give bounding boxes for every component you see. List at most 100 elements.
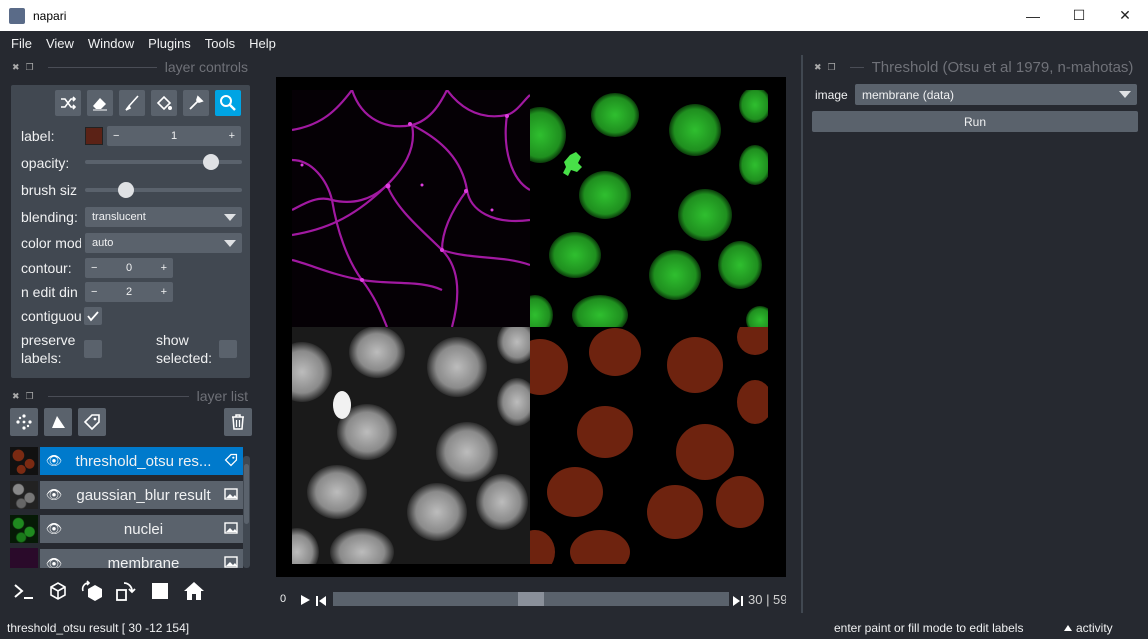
dims-slider-handle[interactable] (518, 592, 544, 606)
eye-icon[interactable]: 👁 (40, 521, 68, 537)
delete-layer-button[interactable] (224, 408, 252, 436)
fill-icon[interactable] (151, 90, 177, 116)
step-forward-button[interactable] (733, 594, 745, 606)
viewer-canvas[interactable] (276, 77, 786, 577)
layer-list-scrollbar[interactable] (243, 456, 250, 568)
dock-float-icon[interactable]: ❐ (828, 62, 836, 73)
window-title: napari (33, 8, 67, 23)
layer-row[interactable]: 👁 threshold_otsu res... (10, 446, 243, 476)
step-forward-icon (733, 596, 743, 606)
brush-icon[interactable] (119, 90, 145, 116)
image-layer-icon (219, 521, 243, 537)
dock-float-icon[interactable]: ❐ (26, 391, 34, 402)
new-shapes-layer-button[interactable] (44, 408, 72, 436)
eraser-icon[interactable] (87, 90, 113, 116)
opacity-slider[interactable] (85, 154, 242, 170)
brush-size-slider-handle[interactable] (117, 182, 134, 198)
new-labels-layer-button[interactable] (78, 408, 106, 436)
status-bar: threshold_otsu result [ 30 -12 154] ente… (0, 616, 1148, 639)
dock-float-icon[interactable]: ❐ (26, 62, 34, 73)
checkmark-icon (87, 311, 99, 322)
menu-file[interactable]: File (4, 36, 39, 51)
menu-window[interactable]: Window (81, 36, 141, 51)
reset-view-button[interactable] (180, 577, 208, 605)
decrement-icon[interactable]: − (91, 286, 97, 298)
contour-label: contour: (21, 260, 72, 276)
blending-label: blending: (21, 209, 78, 225)
membrane-image (292, 90, 530, 327)
transpose-dims-button[interactable] (112, 577, 140, 605)
status-layer-info: threshold_otsu result [ 30 -12 154] (7, 620, 190, 635)
menu-help[interactable]: Help (242, 36, 283, 51)
menu-view[interactable]: View (39, 36, 81, 51)
dock-close-icon[interactable]: ✖ (814, 62, 822, 73)
shuffle-icon[interactable] (55, 90, 81, 116)
close-button[interactable]: ✕ (1102, 0, 1148, 31)
show-selected-label-1: show (156, 332, 189, 348)
opacity-slider-handle[interactable] (202, 154, 219, 170)
layer-row[interactable]: 👁 membrane (10, 548, 243, 568)
console-icon (14, 584, 33, 599)
play-button[interactable] (298, 594, 311, 606)
dock-close-icon[interactable]: ✖ (12, 391, 20, 402)
dims-frame-range: 30 | 59 (748, 592, 786, 607)
layer-list-header: ✖ ❐ layer list (12, 388, 248, 404)
contiguous-label: contiguou (21, 308, 81, 324)
dock-splitter[interactable] (801, 55, 803, 613)
layer-row[interactable]: 👁 gaussian_blur result (10, 480, 243, 510)
decrement-icon[interactable]: − (91, 262, 97, 274)
run-button[interactable]: Run (812, 111, 1138, 132)
increment-icon[interactable]: + (161, 286, 167, 298)
label-color-swatch[interactable] (85, 127, 103, 145)
blending-combobox[interactable]: translucent (85, 207, 242, 227)
eye-icon[interactable]: 👁 (40, 453, 68, 469)
image-layer-icon (219, 487, 243, 503)
menu-tools[interactable]: Tools (198, 36, 242, 51)
color-mode-combobox[interactable]: auto (85, 233, 242, 253)
new-points-layer-button[interactable] (10, 408, 38, 436)
grid-view-button[interactable] (146, 577, 174, 605)
minimize-button[interactable]: — (1010, 0, 1056, 31)
maximize-button[interactable]: ☐ (1056, 0, 1102, 31)
image-combobox[interactable]: membrane (data) (855, 84, 1137, 105)
preserve-labels-label-2: labels: (21, 350, 62, 366)
roll-dims-button[interactable] (78, 577, 106, 605)
chevron-down-icon (1119, 91, 1131, 98)
nuclei-image (530, 90, 768, 327)
label-label: label: (21, 128, 55, 144)
n-edit-dim-label: n edit din (21, 284, 78, 300)
ndisplay-button[interactable] (44, 577, 72, 605)
contiguous-checkbox[interactable] (84, 307, 102, 325)
n-edit-dim-spinbox[interactable]: − 2 + (85, 282, 173, 302)
activity-button[interactable]: activity (1064, 621, 1113, 635)
zoom-icon[interactable] (215, 90, 241, 116)
home-icon (184, 582, 204, 600)
dock-close-icon[interactable]: ✖ (12, 62, 20, 73)
eye-icon[interactable]: 👁 (40, 487, 68, 503)
show-selected-checkbox[interactable] (219, 340, 237, 358)
console-button[interactable] (10, 577, 38, 605)
color-mode-label: color mod (21, 235, 81, 251)
show-selected-label-2: selected: (156, 350, 213, 366)
label-spinbox[interactable]: − 1 + (107, 126, 241, 146)
preserve-labels-checkbox[interactable] (84, 340, 102, 358)
status-hint: enter paint or fill mode to edit labels (834, 620, 1024, 635)
picker-icon[interactable] (183, 90, 209, 116)
increment-icon[interactable]: + (161, 262, 167, 274)
step-back-button[interactable] (316, 594, 328, 606)
menu-plugins[interactable]: Plugins (141, 36, 198, 51)
preserve-labels-label-1: preserve (21, 332, 76, 348)
contour-spinbox[interactable]: − 0 + (85, 258, 173, 278)
brush-size-label: brush siz (21, 182, 78, 198)
dims-slider[interactable] (333, 592, 729, 606)
image-label: image (815, 88, 848, 102)
eye-icon[interactable]: 👁 (40, 556, 68, 569)
decrement-icon[interactable]: − (113, 130, 119, 142)
cube-outline-icon (50, 582, 66, 600)
tag-icon (83, 414, 100, 431)
transpose-icon (116, 582, 136, 601)
increment-icon[interactable]: + (229, 130, 235, 142)
layer-controls-panel: label: − 1 + opacity: brush siz blending… (11, 85, 250, 378)
brush-size-slider[interactable] (85, 182, 242, 198)
layer-row[interactable]: 👁 nuclei (10, 514, 243, 544)
